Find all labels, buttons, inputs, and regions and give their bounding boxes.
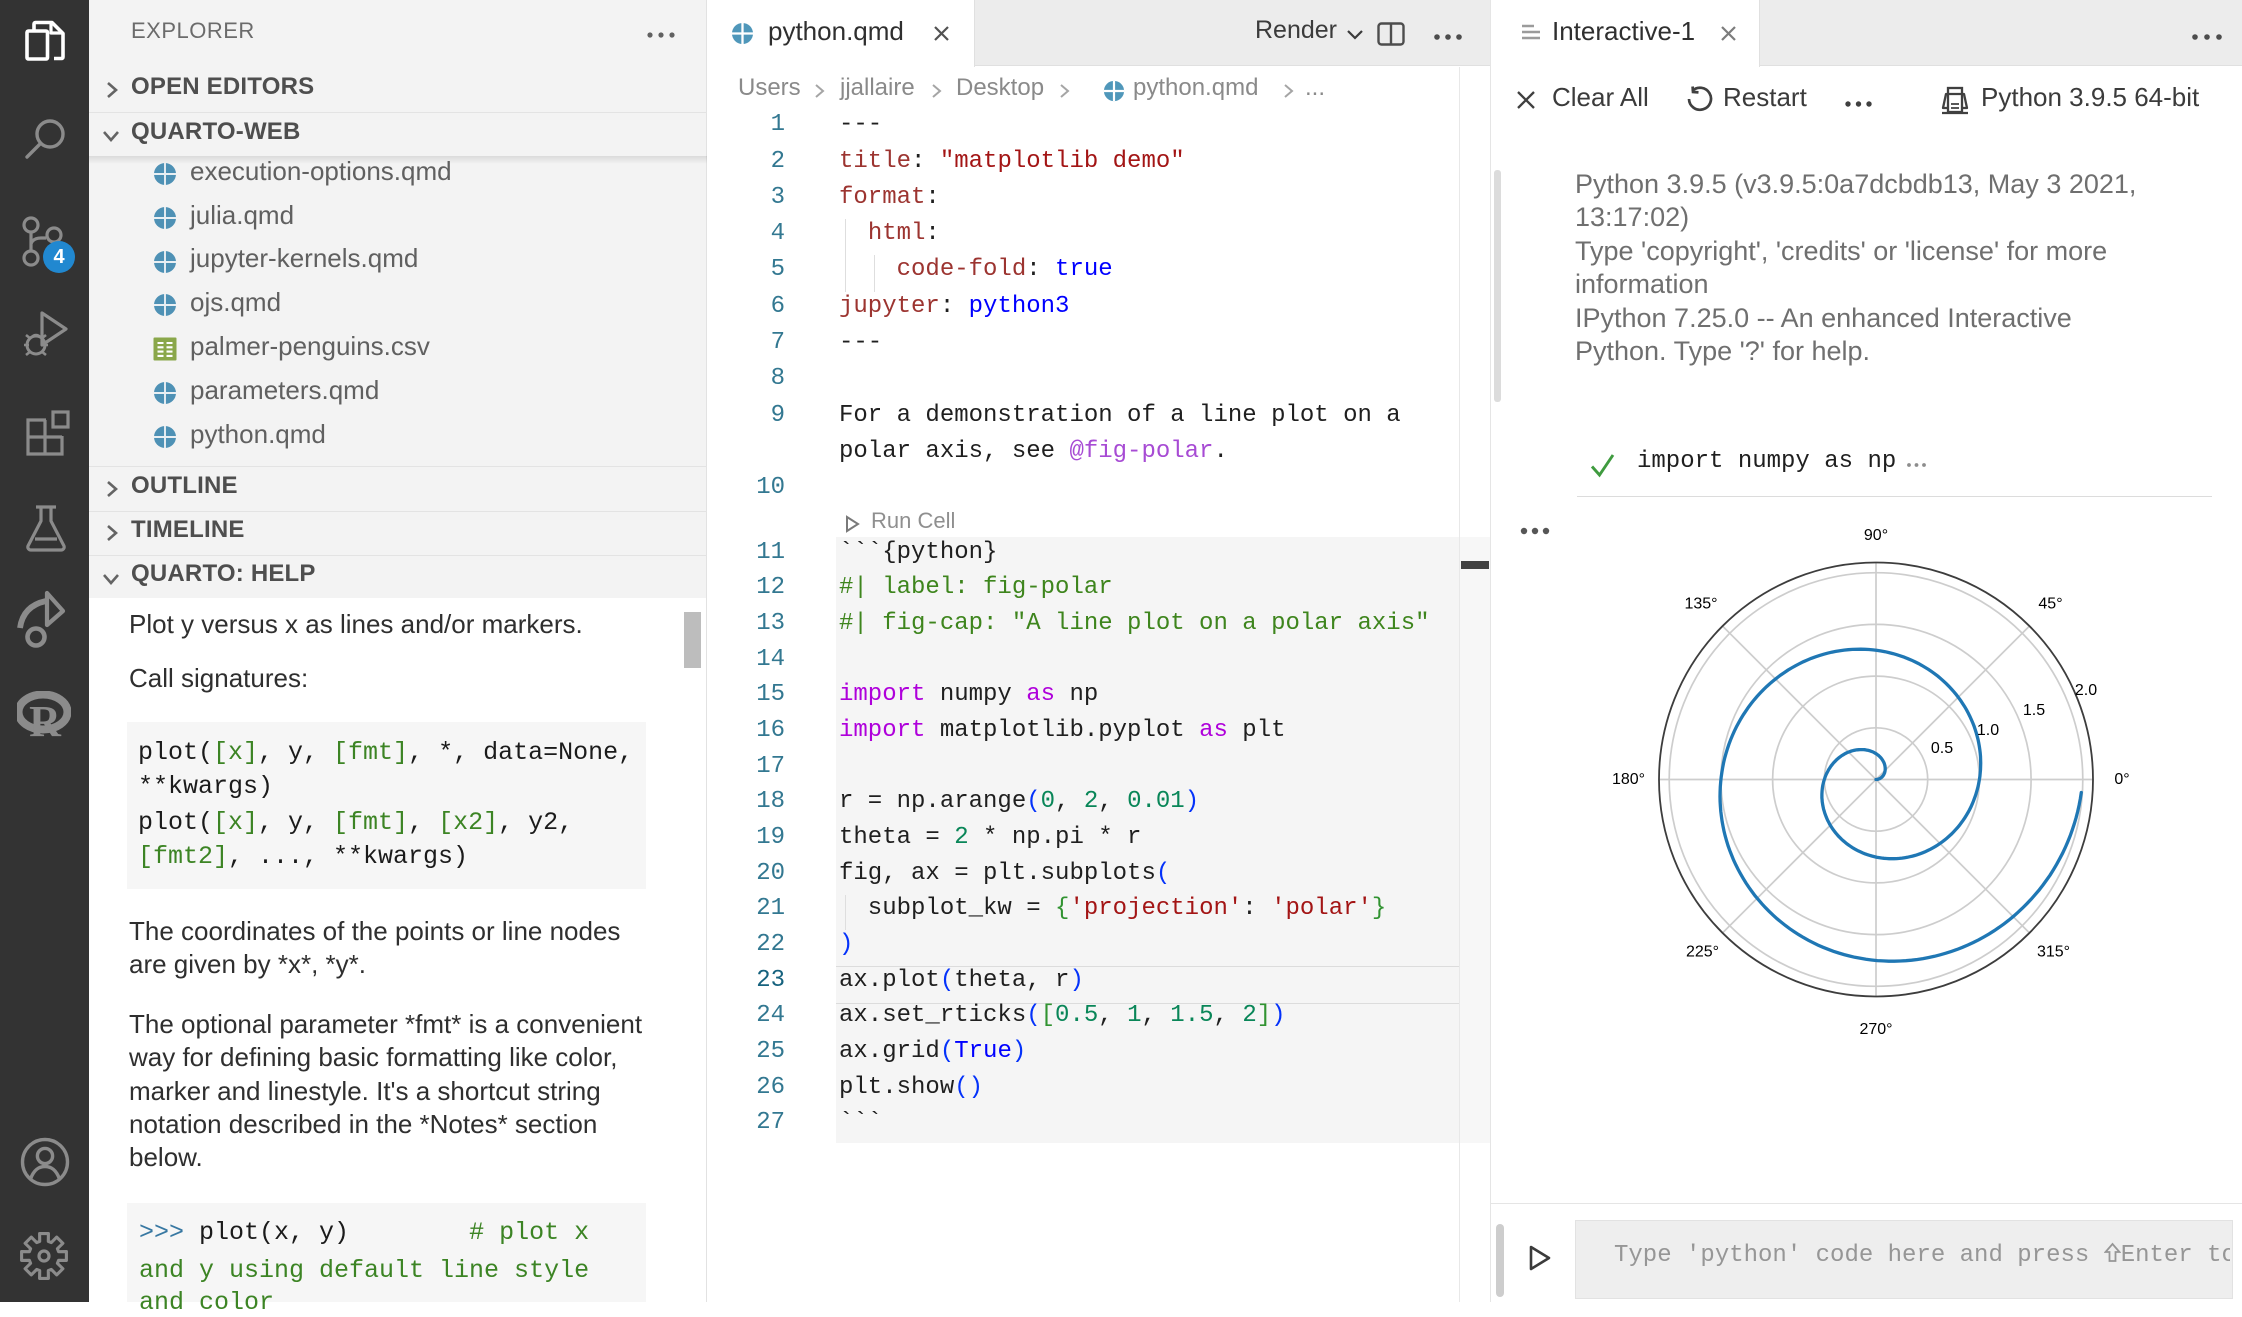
svg-text:225°: 225° — [1686, 944, 1719, 961]
svg-text:0.5: 0.5 — [1931, 740, 1953, 757]
svg-text:R: R — [29, 697, 62, 741]
svg-text:1.0: 1.0 — [1977, 722, 1999, 739]
svg-text:90°: 90° — [1864, 527, 1888, 544]
svg-text:270°: 270° — [1859, 1021, 1892, 1038]
svg-text:135°: 135° — [1684, 596, 1717, 613]
svg-text:315°: 315° — [2037, 944, 2070, 961]
svg-text:45°: 45° — [2038, 596, 2062, 613]
svg-text:180°: 180° — [1612, 771, 1645, 788]
svg-text:0°: 0° — [2114, 771, 2129, 788]
svg-text:2.0: 2.0 — [2075, 682, 2097, 699]
svg-text:1.5: 1.5 — [2023, 702, 2045, 719]
